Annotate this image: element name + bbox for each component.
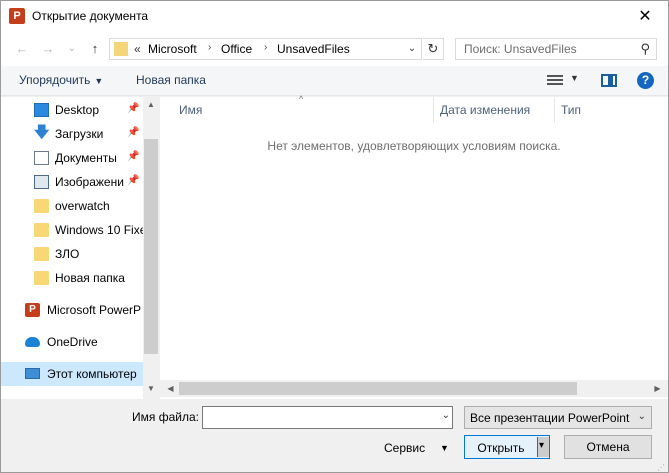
breadcrumb-separator[interactable]: › (208, 42, 211, 53)
powerpoint-icon: P (25, 303, 40, 317)
folder-icon (34, 199, 49, 213)
scroll-left-arrow[interactable]: ◀ (162, 380, 179, 397)
window-title: Открытие документа (32, 9, 149, 23)
search-input[interactable]: Поиск: UnsavedFiles ⚲ (455, 38, 657, 60)
chevron-down-icon[interactable]: ⌄ (442, 410, 450, 421)
computer-icon (25, 368, 40, 379)
documents-icon (34, 151, 49, 165)
sort-indicator-icon: ^ (299, 94, 304, 104)
new-folder-button[interactable]: Новая папка (136, 73, 206, 87)
file-type-filter-select[interactable]: Все презентации PowerPoint ⌄ (464, 406, 652, 429)
search-placeholder: Поиск: UnsavedFiles (464, 42, 577, 56)
up-button[interactable]: ↑ (86, 39, 104, 59)
recent-locations-button[interactable]: ⌄ (63, 39, 81, 59)
sidebar-item-this-pc[interactable]: Этот компьютер (1, 362, 143, 386)
title-bar: P Открытие документа ✕ (1, 1, 668, 32)
horizontal-scroll-thumb[interactable] (179, 382, 577, 395)
column-header-date-modified[interactable]: Дата изменения (440, 103, 530, 117)
file-type-filter-value: Все презентации PowerPoint (470, 411, 630, 425)
onedrive-icon (25, 337, 40, 347)
sidebar-item-new-folder[interactable]: Новая папка (1, 266, 143, 290)
sidebar-item-label: Microsoft PowerP (47, 303, 142, 317)
filename-field[interactable]: ⌄ (202, 406, 453, 429)
help-icon[interactable]: ? (637, 72, 654, 89)
sidebar-scrollbar[interactable]: ▲ ▼ (143, 97, 159, 399)
dialog-footer: Имя файла: ⌄ Все презентации PowerPoint … (1, 399, 668, 472)
sidebar-item-label: Новая папка (55, 271, 125, 285)
download-icon: 🡇 (34, 124, 50, 141)
chevron-down-icon: ⌄ (637, 411, 646, 422)
sidebar-item-windows10fixes[interactable]: Windows 10 Fixe (1, 218, 143, 242)
organize-button[interactable]: Упорядочить ▼ (19, 73, 103, 87)
breadcrumb-office[interactable]: Office (221, 42, 252, 56)
sidebar-item-label: overwatch (55, 199, 110, 213)
address-bar[interactable]: « Microsoft › Office › UnsavedFiles ⌄ (109, 38, 422, 60)
chevron-down-icon: ▾ (539, 440, 545, 451)
column-header-name[interactable]: Имя (179, 103, 202, 117)
breadcrumb-overflow[interactable]: « (134, 42, 141, 56)
pictures-icon (34, 175, 49, 189)
empty-folder-message: Нет элементов, удовлетворяющих условиям … (267, 139, 561, 153)
scroll-up-arrow[interactable]: ▲ (143, 97, 159, 113)
sidebar-item-desktop[interactable]: Desktop 📌 (1, 98, 143, 122)
address-row: ← → ⌄ ↑ « Microsoft › Office › UnsavedFi… (1, 32, 668, 66)
file-list-pane: ^ Имя Дата изменения Тип Нет элементов, … (160, 94, 668, 399)
sidebar-item-pictures[interactable]: Изображени 📌 (1, 170, 143, 194)
organize-label: Упорядочить (19, 73, 91, 87)
sidebar-item-label: Этот компьютер (47, 367, 137, 381)
sidebar-item-label: OneDrive (47, 335, 98, 349)
address-dropdown-button[interactable]: ⌄ (405, 41, 419, 57)
column-header-type[interactable]: Тип (561, 103, 581, 117)
sidebar-item-overwatch[interactable]: overwatch (1, 194, 143, 218)
powerpoint-app-icon: P (9, 8, 25, 24)
preview-pane-icon[interactable] (601, 74, 617, 87)
pin-icon: 📌 (127, 103, 140, 114)
sidebar-item-label: Windows 10 Fixe (55, 223, 143, 237)
column-divider[interactable] (433, 97, 434, 123)
filename-label: Имя файла: (132, 410, 199, 424)
navigation-pane: Desktop 📌 🡇 Загрузки 📌 Документы 📌 Изобр… (1, 97, 159, 399)
sidebar-item-zlo[interactable]: ЗЛО (1, 242, 143, 266)
command-toolbar: Упорядочить ▼ Новая папка ▼ ? (1, 66, 668, 96)
sidebar-item-label: ЗЛО (55, 247, 80, 261)
view-options-icon[interactable] (547, 73, 563, 87)
resize-grip-icon[interactable]: ⋰ (657, 463, 667, 472)
sidebar-item-documents[interactable]: Документы 📌 (1, 146, 143, 170)
search-icon[interactable]: ⚲ (640, 41, 650, 57)
pin-icon: 📌 (127, 175, 140, 186)
breadcrumb-separator[interactable]: › (264, 42, 267, 53)
cancel-button[interactable]: Отмена (564, 435, 652, 459)
forward-button[interactable]: → (39, 39, 57, 59)
open-button[interactable]: Открыть ▾ (464, 435, 550, 459)
chevron-down-icon[interactable]: ▼ (440, 443, 449, 453)
pin-icon: 📌 (127, 151, 140, 162)
folder-icon (34, 247, 49, 261)
horizontal-scrollbar[interactable]: ◀ ▶ (160, 380, 668, 397)
chevron-down-icon: ▼ (94, 76, 104, 86)
close-button[interactable]: ✕ (622, 1, 668, 32)
tools-menu-button[interactable]: Сервис (384, 441, 425, 455)
open-options-dropdown[interactable]: ▾ (537, 437, 549, 457)
scroll-right-arrow[interactable]: ▶ (649, 380, 666, 397)
sidebar-item-onedrive[interactable]: OneDrive (1, 330, 143, 354)
open-button-label: Открыть (477, 441, 525, 455)
pin-icon: 📌 (127, 127, 140, 138)
breadcrumb-unsavedfiles[interactable]: UnsavedFiles (277, 42, 350, 56)
scroll-down-arrow[interactable]: ▼ (143, 381, 159, 397)
refresh-button[interactable]: ↻ (423, 38, 444, 60)
column-divider[interactable] (554, 97, 555, 123)
breadcrumb-microsoft[interactable]: Microsoft (148, 42, 197, 56)
sidebar-item-downloads[interactable]: 🡇 Загрузки 📌 (1, 122, 143, 146)
sidebar-scroll-thumb[interactable] (144, 139, 158, 354)
folder-icon (114, 42, 128, 56)
open-document-dialog: P Открытие документа ✕ ← → ⌄ ↑ « Microso… (0, 0, 669, 473)
desktop-icon (34, 103, 49, 117)
back-button[interactable]: ← (13, 39, 31, 59)
view-options-dropdown[interactable]: ▼ (570, 73, 579, 83)
folder-icon (34, 223, 49, 237)
sidebar-item-microsoft-powerpoint[interactable]: P Microsoft PowerP (1, 298, 143, 322)
folder-icon (34, 271, 49, 285)
